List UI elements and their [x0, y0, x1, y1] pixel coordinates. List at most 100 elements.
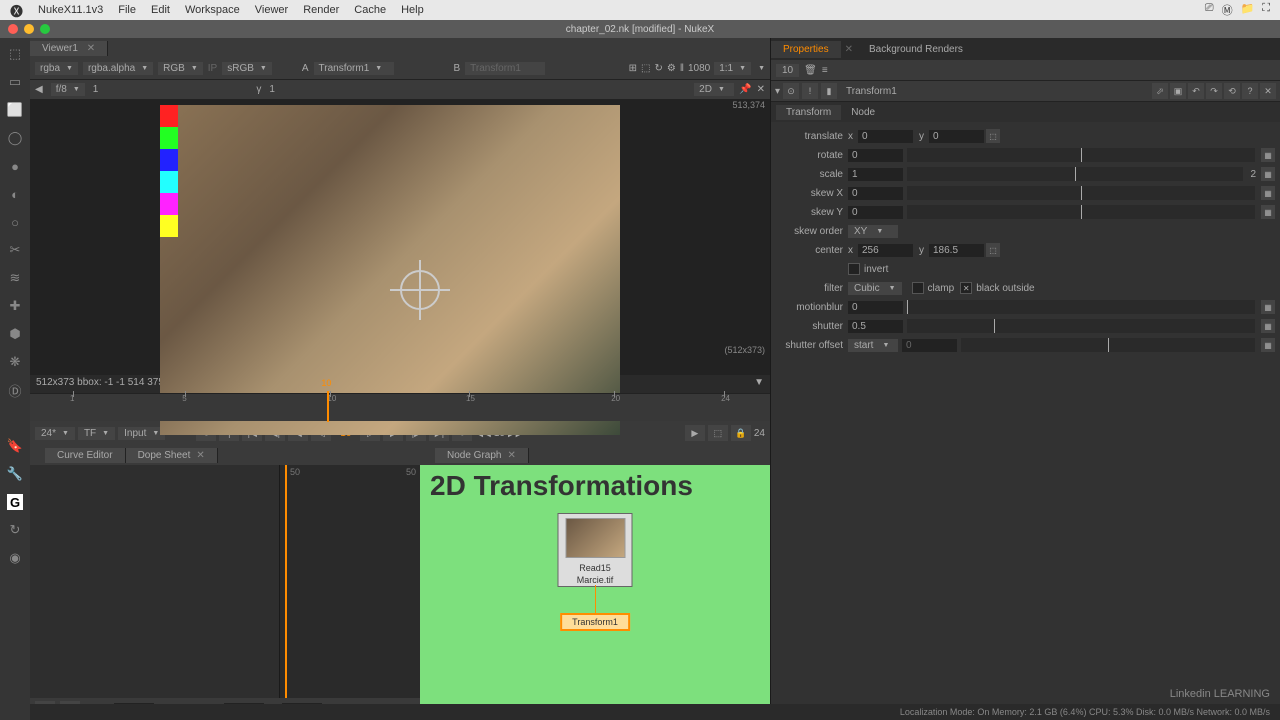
anim-btn[interactable]: ▦ [1261, 319, 1275, 333]
curve-sidebar[interactable] [30, 465, 280, 698]
curve-editor-tab[interactable]: Curve Editor [45, 448, 126, 463]
tool-blank1[interactable] [7, 410, 23, 426]
fullscreen-icon[interactable]: ⛶ [1262, 2, 1270, 18]
motionblur-input[interactable]: 0 [848, 301, 903, 314]
anim-btn[interactable]: ▦ [1261, 186, 1275, 200]
motionblur-slider[interactable] [907, 300, 1255, 314]
viewer-tab-1[interactable]: Viewer1 ✕ [30, 41, 108, 56]
menu-help[interactable]: Help [401, 4, 424, 16]
node-subtab[interactable]: Node [841, 105, 885, 120]
close-icon[interactable]: ✕ [196, 450, 204, 461]
wipe-icon[interactable]: ⊞ [629, 63, 637, 74]
anim-btn[interactable]: ▦ [1261, 148, 1275, 162]
anim-btn[interactable]: ⬚ [986, 243, 1000, 257]
scale-slider[interactable] [907, 167, 1243, 181]
color-icon[interactable]: ▮ [821, 83, 837, 99]
skewy-slider[interactable] [907, 205, 1255, 219]
extra-dropdown[interactable]: ▼ [758, 65, 765, 72]
tool-marquee[interactable]: ⬜ [7, 102, 23, 118]
colorspace-dropdown[interactable]: RGB▼ [158, 62, 203, 75]
revert-icon[interactable]: ⟲ [1224, 83, 1240, 99]
trash-icon[interactable]: 🗑 [804, 65, 817, 76]
center-x-input[interactable]: 256 [858, 244, 913, 257]
redo-icon[interactable]: ↷ [1206, 83, 1222, 99]
gamma2-value[interactable]: 1 [269, 84, 275, 95]
roi-icon[interactable]: ⬚ [641, 63, 650, 74]
maximize-window[interactable] [40, 24, 50, 34]
timeline[interactable]: 1 5 10 15 20 24 10 [30, 393, 770, 421]
transform-node[interactable]: Transform1 [560, 613, 630, 631]
info-dropdown[interactable]: ▼ [754, 377, 764, 391]
invert-checkbox[interactable] [848, 263, 860, 275]
anim-btn[interactable]: ▦ [1261, 167, 1275, 181]
close-window[interactable] [8, 24, 18, 34]
pause-icon[interactable]: ‖ [680, 63, 684, 74]
transform-subtab[interactable]: Transform [776, 105, 841, 120]
curve-graph[interactable]: 50 50 [280, 465, 420, 698]
menu-workspace[interactable]: Workspace [185, 4, 240, 16]
dope-sheet-tab[interactable]: Dope Sheet✕ [126, 448, 218, 463]
tool-move[interactable]: ✚ [7, 298, 23, 314]
rotate-input[interactable]: 0 [848, 149, 903, 162]
fstop-dropdown[interactable]: f/8▼ [51, 83, 85, 96]
notes-icon[interactable]: ▣ [1170, 83, 1186, 99]
properties-tab[interactable]: Properties [771, 41, 841, 58]
disclosure-icon[interactable]: ▾ [775, 86, 780, 97]
bg-renders-tab[interactable]: Background Renders [857, 41, 975, 58]
shutteroffset-val[interactable]: 0 [902, 339, 957, 352]
skewx-slider[interactable] [907, 186, 1255, 200]
tool-gradient[interactable]: ◐ [7, 186, 23, 202]
blackoutside-checkbox[interactable]: ✕ [960, 282, 972, 294]
lut-dropdown[interactable]: sRGB▼ [222, 62, 272, 75]
menu-edit[interactable]: Edit [151, 4, 170, 16]
pin-icon[interactable]: ! [802, 83, 818, 99]
lock-icon[interactable]: ≡ [822, 65, 828, 76]
filter-dropdown[interactable]: Cubic▼ [848, 282, 902, 295]
translate-y-input[interactable]: 0 [929, 130, 984, 143]
tool-g[interactable]: G [7, 494, 23, 510]
tool-knife[interactable]: ✂ [7, 242, 23, 258]
anim-btn[interactable]: ▦ [1261, 205, 1275, 219]
node-connector[interactable] [595, 585, 596, 613]
clip-icon[interactable]: ✕ [757, 84, 765, 95]
refresh-icon[interactable]: ↻ [654, 63, 662, 74]
playhead[interactable]: 10 [327, 391, 329, 422]
read-node[interactable]: Read15 Marcie.tif [558, 513, 633, 587]
anim-btn[interactable]: ▦ [1261, 300, 1275, 314]
viewer-area[interactable]: 513,374 (512x373) [30, 100, 770, 375]
tool-circle[interactable]: ◯ [7, 130, 23, 146]
translate-x-input[interactable]: 0 [858, 130, 913, 143]
rotate-slider[interactable] [907, 148, 1255, 162]
m-icon[interactable]: Ⓜ [1222, 2, 1233, 18]
transform-gizmo[interactable] [390, 260, 450, 320]
menu-cache[interactable]: Cache [354, 4, 386, 16]
inputmode-dropdown[interactable]: Input▼ [118, 427, 165, 440]
lock-icon[interactable]: 🔒 [731, 425, 751, 441]
mode-dropdown[interactable]: 2D▼ [694, 83, 734, 96]
tool-cube[interactable]: ⬢ [7, 326, 23, 342]
tool-tag[interactable]: 🔖 [7, 438, 23, 454]
tool-snow[interactable]: ❋ [7, 354, 23, 370]
center-y-input[interactable]: 186.5 [929, 244, 984, 257]
skeworder-dropdown[interactable]: XY▼ [848, 225, 898, 238]
gear-icon[interactable]: ⚙ [667, 63, 676, 74]
folder-icon[interactable]: 📁 [1241, 2, 1255, 18]
input-a-dropdown[interactable]: Transform1▼ [314, 62, 394, 75]
tool-pointer[interactable]: ⬚ [7, 46, 23, 62]
sync-dropdown[interactable]: TF▼ [78, 427, 115, 440]
apple-icon[interactable]: 🅧 [10, 1, 23, 20]
scale-input[interactable]: 1 [848, 168, 903, 181]
app-name[interactable]: NukeX11.1v3 [38, 4, 103, 16]
input-b-dropdown[interactable]: Transform1 [465, 62, 545, 75]
ip-toggle[interactable]: IP [208, 63, 217, 74]
gamma-value[interactable]: 1 [93, 84, 99, 95]
close-icon[interactable]: ✕ [507, 450, 515, 461]
minimize-window[interactable] [24, 24, 34, 34]
tool-q[interactable]: ◉ [7, 550, 23, 566]
screen-icon[interactable]: ⎚ [1205, 2, 1214, 18]
center-icon[interactable]: ⊙ [783, 83, 799, 99]
menu-file[interactable]: File [118, 4, 136, 16]
alpha-dropdown[interactable]: rgba.alpha▼ [83, 62, 153, 75]
node-graph-canvas[interactable]: 2D Transformations Read15 Marcie.tif Tra… [420, 465, 770, 720]
close-icon[interactable]: ✕ [1260, 83, 1276, 99]
